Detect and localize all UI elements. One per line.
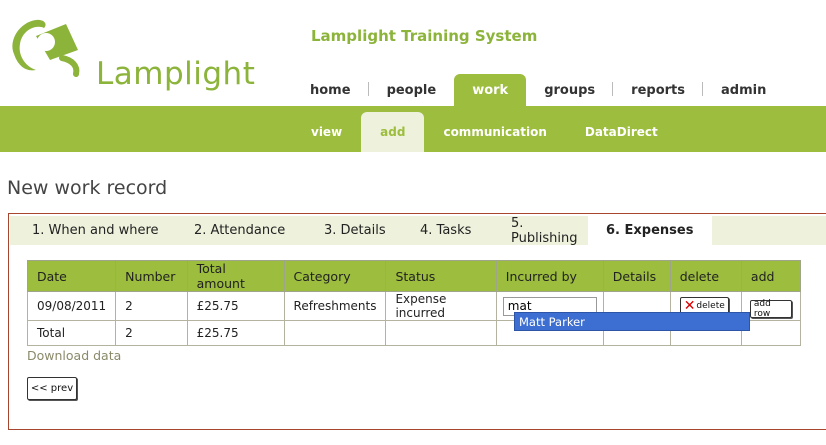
cell-total-amount: £25.75 <box>186 291 285 321</box>
expenses-table: Date Number Total amount Category Status… <box>26 260 802 346</box>
total-amount: £25.75 <box>186 320 285 346</box>
lamp-icon <box>12 19 80 77</box>
sub-nav: view add communication DataDirect <box>292 112 677 152</box>
download-data-link[interactable]: Download data <box>27 348 121 363</box>
col-delete: delete <box>669 260 742 292</box>
subnav-communication[interactable]: communication <box>424 112 565 152</box>
cell-date: 09/08/2011 <box>26 291 117 321</box>
col-date: Date <box>26 260 117 292</box>
app-title: Lamplight Training System <box>311 27 538 45</box>
total-label: Total <box>26 320 117 346</box>
subnav-add[interactable]: add <box>361 112 425 152</box>
step-attendance[interactable]: 2. Attendance <box>168 216 294 245</box>
col-add: add <box>740 260 802 292</box>
cell-status: Expense incurred <box>385 291 497 321</box>
col-category: Category <box>283 260 387 292</box>
nav-groups[interactable]: groups <box>526 74 614 106</box>
cell-number: 2 <box>115 291 188 321</box>
table-header-row: Date Number Total amount Category Status… <box>26 260 802 292</box>
autocomplete-suggestion[interactable]: Matt Parker <box>514 312 750 331</box>
wizard-steps: 1. When and where 2. Attendance 3. Detai… <box>10 216 826 246</box>
nav-admin[interactable]: admin <box>703 74 784 106</box>
total-number: 2 <box>115 320 188 346</box>
subnav-view[interactable]: view <box>292 112 361 152</box>
nav-work[interactable]: work <box>454 74 527 106</box>
top-nav: home people work groups reports admin <box>292 74 784 106</box>
subnav-datadirect[interactable]: DataDirect <box>566 112 677 152</box>
add-row-button[interactable]: add row <box>749 299 792 319</box>
col-incurred-by: Incurred by <box>495 260 604 292</box>
step-publishing[interactable]: 5. Publishing <box>481 216 588 246</box>
nav-home[interactable]: home <box>292 74 369 106</box>
page-title: New work record <box>7 177 168 199</box>
col-total-amount: Total amount <box>186 260 285 292</box>
lamplight-logo: Lamplight <box>6 14 255 92</box>
nav-reports[interactable]: reports <box>613 74 703 106</box>
col-status: Status <box>385 260 497 292</box>
step-tasks[interactable]: 4. Tasks <box>390 216 481 245</box>
step-when-and-where[interactable]: 1. When and where <box>10 216 168 245</box>
col-number: Number <box>115 260 188 292</box>
delete-button-label: delete <box>696 301 725 311</box>
delete-x-icon: ✕ <box>683 298 696 314</box>
cell-add: add row <box>740 291 802 321</box>
prev-button[interactable]: << prev <box>27 377 77 400</box>
nav-people[interactable]: people <box>369 74 455 106</box>
logo-text: Lamplight <box>96 56 256 92</box>
cell-category: Refreshments <box>283 291 387 321</box>
col-details: Details <box>602 260 671 292</box>
step-details[interactable]: 3. Details <box>294 216 390 245</box>
